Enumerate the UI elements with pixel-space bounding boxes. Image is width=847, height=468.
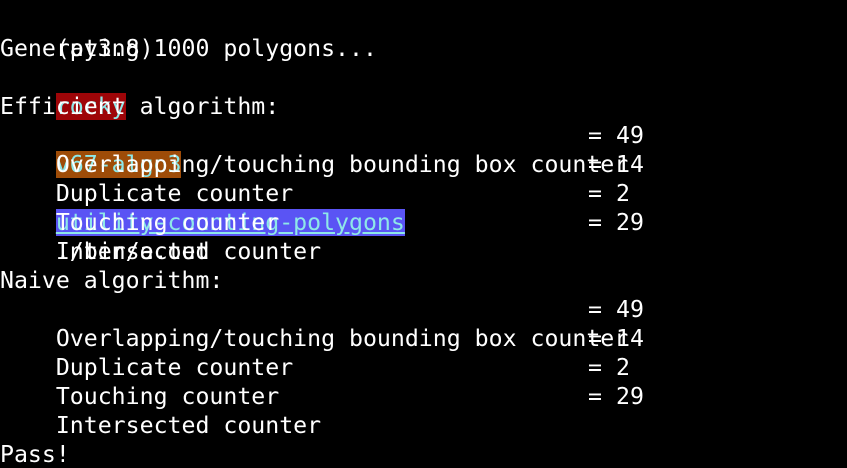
terminal-window[interactable]: (py3.8) rocky v67-algo3 utility-counting… [0,0,847,468]
section-heading-efficient: Efficient algorithm: [0,93,280,120]
pass-line: Pass! [0,441,70,468]
generating-line: Generating 1000 polygons... [0,35,377,62]
result-row-label: Intersected counter [55,238,322,265]
result-row-value: 14 [616,151,644,178]
result-row-equals: = [588,354,602,381]
result-row-equals: = [588,122,602,149]
result-row: Intersected counter = 29 [0,382,847,439]
prompt-line: (py3.8) rocky v67-algo3 utility-counting… [0,5,405,265]
result-row-value: 29 [616,209,644,236]
result-row: Duplicate counter = 14 [0,150,847,207]
result-row: Overlapping/touching bounding box counte… [0,121,847,178]
result-row: Touching counter = 2 [0,353,847,410]
result-row-equals: = [588,325,602,352]
result-row: Intersected counter = 29 [0,208,847,265]
result-row-equals: = [588,180,602,207]
result-row-value: 49 [616,122,644,149]
result-row-value: 29 [616,383,644,410]
result-row-value: 2 [616,354,630,381]
result-row-label: Intersected counter [55,412,322,439]
result-row: Touching counter = 2 [0,179,847,236]
result-row-equals: = [588,383,602,410]
result-row-equals: = [588,209,602,236]
result-row-equals: = [588,296,602,323]
result-row-value: 2 [616,180,630,207]
result-row-equals: = [588,151,602,178]
result-row: Duplicate counter = 14 [0,324,847,381]
result-row: Overlapping/touching bounding box counte… [0,295,847,352]
section-heading-naive: Naive algorithm: [0,267,224,294]
result-row-value: 14 [616,325,644,352]
result-row-value: 49 [616,296,644,323]
